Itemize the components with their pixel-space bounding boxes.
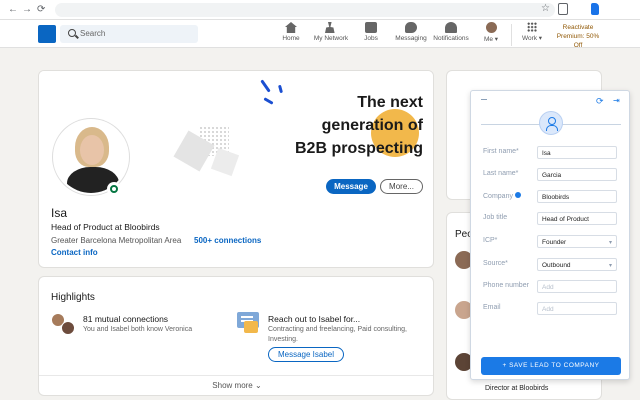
grid-icon <box>527 22 537 32</box>
icp-value: Founder <box>542 239 567 246</box>
nav-notifications[interactable]: Notifications <box>429 22 473 48</box>
nav-notifications-label: Notifications <box>433 35 469 42</box>
connections-link[interactable]: 500+ connections <box>194 236 261 245</box>
nav-messaging[interactable]: Messaging <box>389 22 433 48</box>
email-input[interactable]: Add <box>537 302 617 315</box>
mutual-connections-sub: You and Isabel both know Veronica <box>83 326 193 333</box>
address-bar[interactable] <box>55 3 555 17</box>
profile-name: Isa <box>51 206 68 220</box>
banner-line-3: B2B prospecting <box>294 140 423 157</box>
photo-face <box>80 135 104 165</box>
more-button[interactable]: More... <box>380 179 423 194</box>
forward-icon[interactable]: → <box>22 4 32 15</box>
extensions-icon[interactable] <box>558 3 568 15</box>
nav-my-network[interactable]: My Network <box>309 22 353 48</box>
nav-home[interactable]: Home <box>269 22 313 48</box>
lead-avatar-icon <box>539 111 563 135</box>
refresh-icon[interactable]: ⟳ <box>596 96 604 107</box>
browser-toolbar: ← → ⟳ ☆ <box>0 0 640 20</box>
nav-work[interactable]: Work ▾ <box>510 22 554 48</box>
reload-icon[interactable]: ⟳ <box>37 4 45 15</box>
messaging-icon <box>405 22 417 33</box>
save-lead-button[interactable]: + SAVE LEAD TO COMPANY <box>481 357 621 375</box>
field-company: Company Bloobirds <box>483 190 619 204</box>
avatar <box>485 22 497 33</box>
nav-me-label: Me ▾ <box>483 36 499 43</box>
nav-me[interactable]: Me ▾ <box>469 22 513 48</box>
field-last-name: Last name* Garcia <box>483 168 619 182</box>
field-label: Job title <box>483 214 508 221</box>
field-label: ICP* <box>483 237 498 244</box>
open-to-work-badge <box>107 182 121 196</box>
first-name-input[interactable]: Isa <box>537 146 617 159</box>
minimize-icon[interactable] <box>481 99 487 100</box>
source-select[interactable]: Outbound ▾ <box>537 258 617 271</box>
bookmark-star-icon[interactable]: ☆ <box>541 3 550 14</box>
field-job-title: Job title Head of Product <box>483 212 619 226</box>
mutual-avatar <box>61 321 75 335</box>
highlights-card: Highlights 81 mutual connections You and… <box>38 276 434 396</box>
network-icon <box>325 22 335 33</box>
contact-info-link[interactable]: Contact info <box>51 248 98 257</box>
company-input[interactable]: Bloobirds <box>537 190 617 203</box>
field-first-name: First name* Isa <box>483 146 619 160</box>
banner-headline: The next generation of B2B prospecting <box>261 91 423 160</box>
search-input[interactable]: Search <box>80 29 105 38</box>
job-title-input[interactable]: Head of Product <box>537 212 617 225</box>
search-icon <box>68 29 76 37</box>
home-icon <box>285 22 297 33</box>
nav-jobs-label: Jobs <box>364 35 378 42</box>
info-icon[interactable] <box>514 192 521 198</box>
bloobirds-panel: ⟳ ⇥ First name* Isa Last name* Garcia Co… <box>470 90 630 380</box>
icp-select[interactable]: Founder ▾ <box>537 235 617 248</box>
reach-out-sub-2: Investing. <box>268 336 298 343</box>
field-email: Email Add <box>483 302 619 316</box>
source-value: Outbound <box>542 262 571 269</box>
reach-out-title: Reach out to Isabel for... <box>268 314 361 324</box>
nav-jobs[interactable]: Jobs <box>349 22 393 48</box>
nav-messaging-label: Messaging <box>395 35 427 42</box>
last-name-input[interactable]: Garcia <box>537 168 617 181</box>
logout-icon[interactable]: ⇥ <box>613 96 620 105</box>
bloobirds-extension-icon[interactable] <box>591 3 599 15</box>
bell-icon <box>445 22 457 33</box>
field-label: Phone number <box>483 282 529 289</box>
message-button[interactable]: Message <box>326 179 376 194</box>
profile-card: The next generation of B2B prospecting M… <box>38 70 434 268</box>
phone-input[interactable]: Add <box>537 280 617 293</box>
linkedin-navbar: Search Home My Network Jobs Messaging No… <box>0 20 640 50</box>
search-box[interactable]: Search <box>60 25 198 43</box>
company-label-text: Company <box>483 193 513 200</box>
chevron-down-icon: ▾ <box>608 263 612 269</box>
field-label: Last name* <box>483 170 519 177</box>
person-headline: Director at Bloobirds <box>485 385 549 392</box>
field-label: Email <box>483 304 501 311</box>
field-label: Company <box>483 192 521 200</box>
divider <box>39 375 433 376</box>
chevron-down-icon: ▾ <box>608 240 612 246</box>
message-isabel-button[interactable]: Message Isabel <box>268 347 344 362</box>
premium-link[interactable]: Reactivate Premium: 50% Off <box>553 23 603 50</box>
banner-line-2: generation of <box>321 117 423 134</box>
nav-home-label: Home <box>282 35 300 42</box>
mutual-connections-title[interactable]: 81 mutual connections <box>83 314 168 324</box>
show-more-button[interactable]: Show more ⌄ <box>39 381 433 390</box>
nav-work-label: Work ▾ <box>521 35 543 42</box>
highlights-title: Highlights <box>51 292 95 303</box>
reach-out-sub-1: Contracting and freelancing, Paid consul… <box>268 326 407 333</box>
jobs-icon <box>365 22 377 33</box>
banner-line-1: The next <box>357 94 423 111</box>
field-label: First name* <box>483 148 519 155</box>
field-source: Source* Outbound ▾ <box>483 258 619 272</box>
back-icon[interactable]: ← <box>8 4 18 15</box>
profile-location: Greater Barcelona Metropolitan Area <box>51 236 182 245</box>
field-phone: Phone number Add <box>483 280 619 294</box>
nav-network-label: My Network <box>313 35 349 42</box>
linkedin-logo[interactable] <box>38 25 56 43</box>
chat-bubble-icon <box>244 321 258 333</box>
field-icp: ICP* Founder ▾ <box>483 235 619 249</box>
field-label: Source* <box>483 260 508 267</box>
profile-headline: Head of Product at Bloobirds <box>51 222 160 232</box>
